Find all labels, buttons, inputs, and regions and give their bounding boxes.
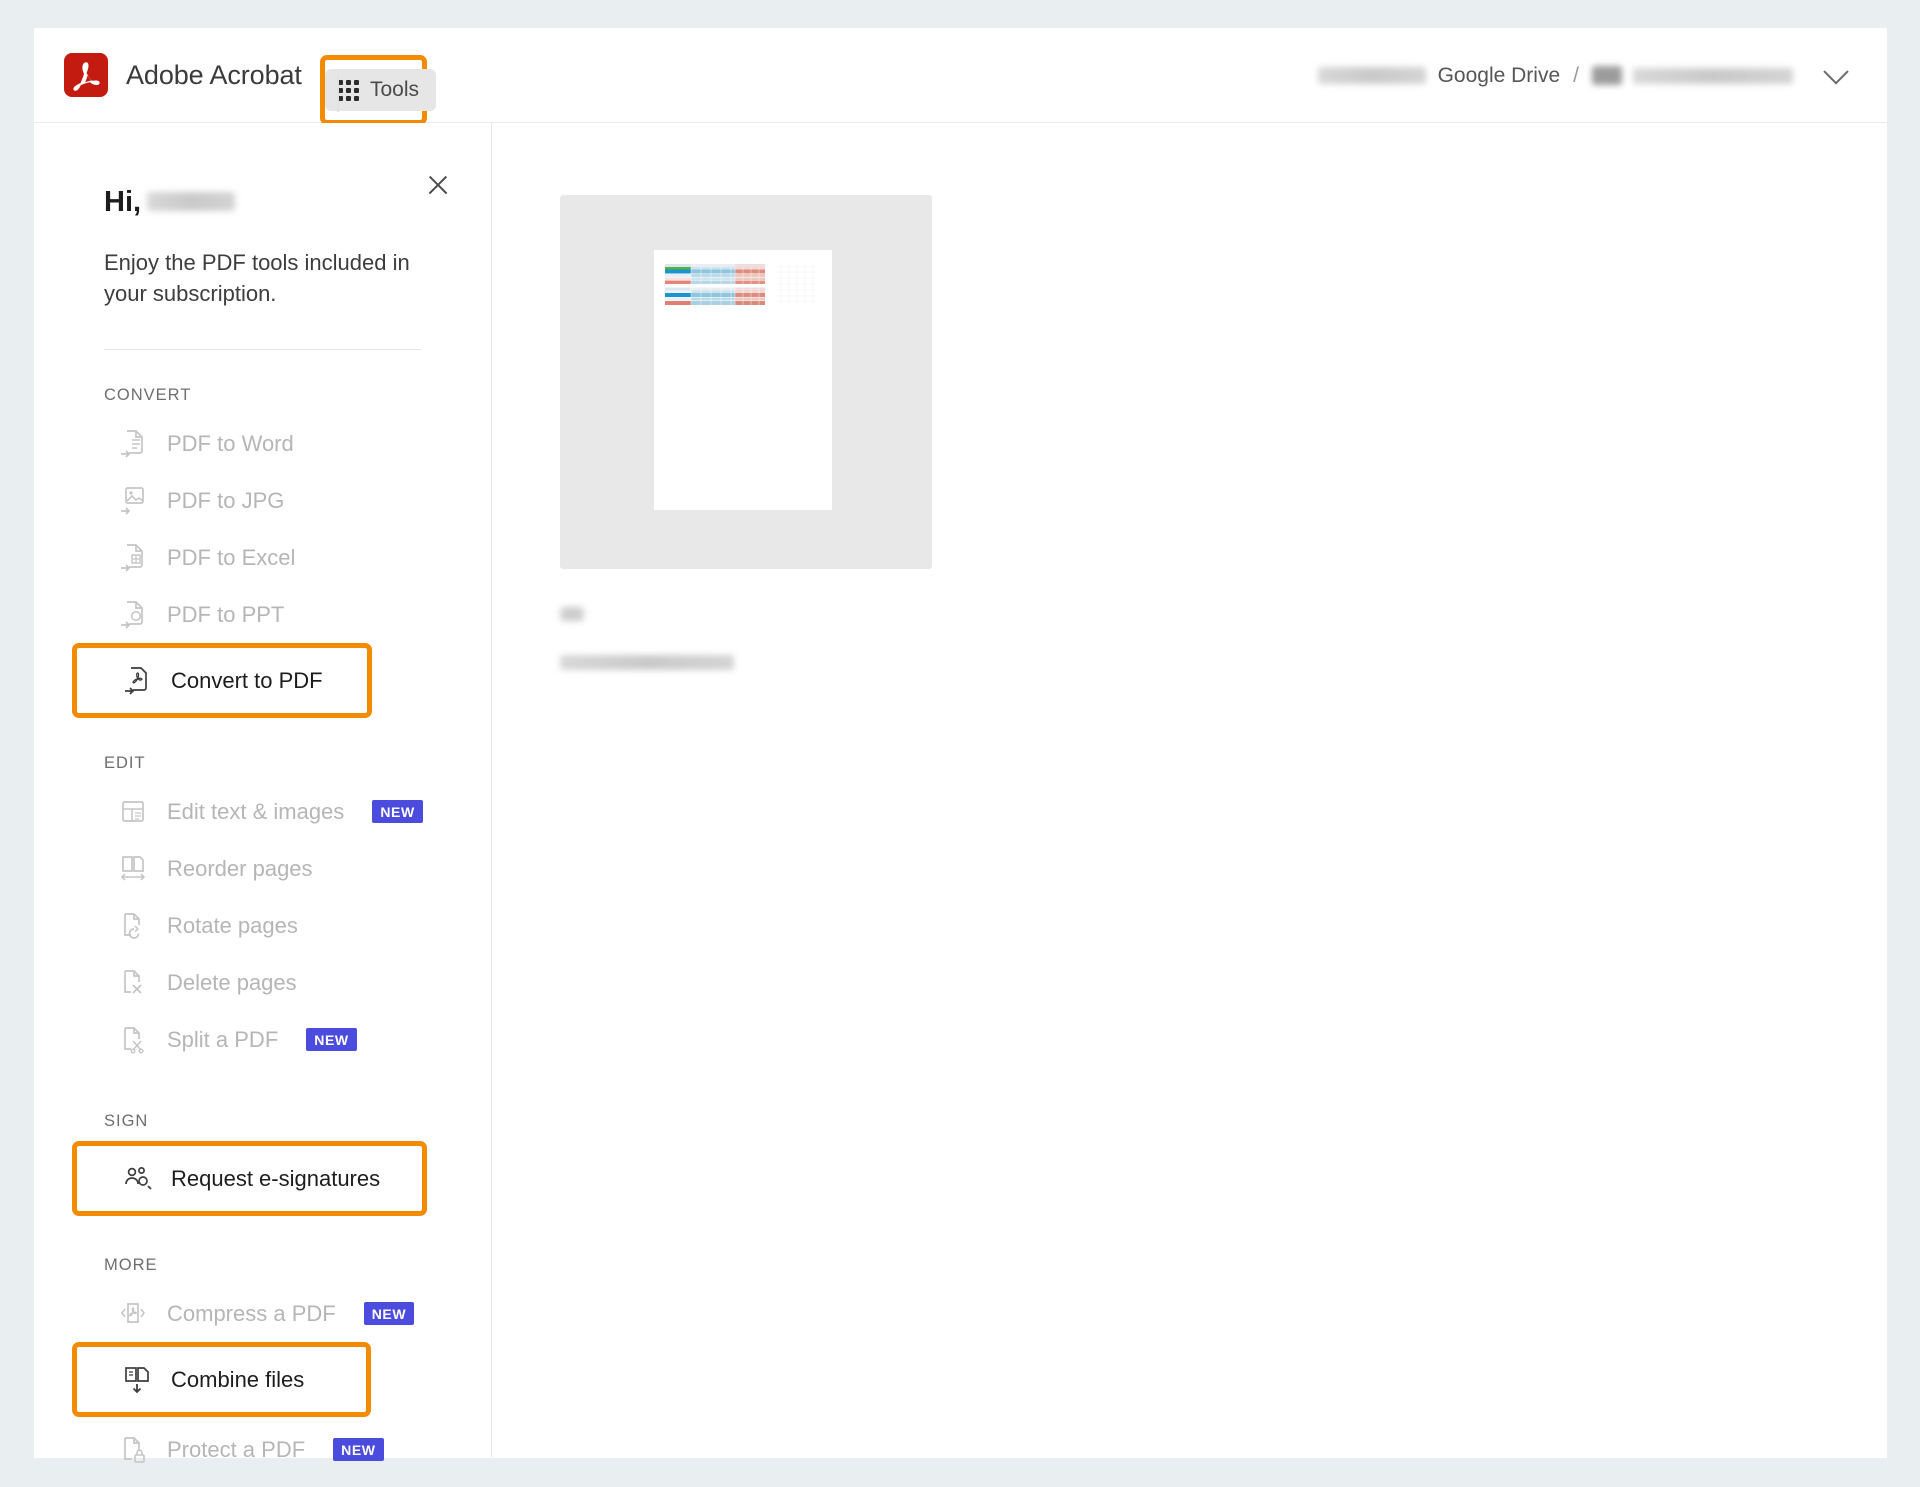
delete-pages-icon: [120, 968, 146, 998]
sidebar-divider: [104, 349, 421, 351]
sidebar-item-label: PDF to Excel: [167, 544, 296, 570]
section-title-sign: SIGN: [104, 1112, 149, 1131]
breadcrumb-file-icon: [1592, 66, 1622, 85]
sidebar-item-label: Split a PDF: [167, 1026, 279, 1052]
sidebar-item-reorder-pages[interactable]: Reorder pages: [34, 840, 491, 897]
sidebar-item-split-pdf[interactable]: Split a PDF NEW: [34, 1011, 491, 1068]
sidebar-item-delete-pages[interactable]: Delete pages: [34, 954, 491, 1011]
sidebar-item-convert-to-pdf[interactable]: Convert to PDF: [77, 648, 367, 713]
document-meta: [560, 607, 940, 677]
sidebar-item-label: Reorder pages: [167, 855, 313, 881]
sidebar-subtitle: Enjoy the PDF tools included in your sub…: [104, 250, 410, 307]
sidebar-item-label: Combine files: [171, 1366, 305, 1392]
section-title-more: MORE: [104, 1256, 158, 1275]
chevron-down-icon[interactable]: [1823, 58, 1849, 84]
sidebar-item-label: PDF to Word: [167, 430, 294, 456]
pdf-to-jpg-icon: [120, 486, 146, 516]
pdf-to-ppt-icon: [120, 600, 146, 630]
pdf-page-thumbnail: [654, 250, 832, 510]
breadcrumb-storage-label[interactable]: Google Drive: [1438, 64, 1561, 88]
sidebar-item-pdf-to-excel[interactable]: PDF to Excel: [34, 529, 491, 586]
app-body: Hi, Enjoy the PDF tools included in your…: [34, 123, 1887, 1463]
brand: Adobe Acrobat: [64, 53, 302, 97]
reorder-pages-icon: [120, 854, 146, 884]
sidebar-item-compress-pdf[interactable]: Compress a PDF NEW: [34, 1285, 491, 1342]
protect-pdf-icon: [120, 1435, 146, 1465]
sidebar-item-rotate-pages[interactable]: Rotate pages: [34, 897, 491, 954]
sidebar-item-label: PDF to PPT: [167, 601, 285, 627]
sidebar-item-label: Convert to PDF: [171, 667, 323, 693]
section-title-edit: EDIT: [104, 754, 146, 773]
sidebar-item-label: Protect a PDF: [167, 1436, 306, 1462]
tools-button-highlight: Tools: [320, 55, 437, 125]
edit-text-images-icon: [120, 797, 146, 827]
rotate-pages-icon: [120, 911, 146, 941]
sidebar-item-label: Edit text & images: [167, 798, 345, 824]
document-title: [560, 655, 734, 670]
breadcrumb-file-name: [1633, 67, 1793, 84]
sidebar-item-label: Rotate pages: [167, 912, 298, 938]
sidebar-item-label: PDF to JPG: [167, 487, 285, 513]
convert-to-pdf-icon: [124, 666, 150, 696]
grid-dots-icon: [337, 79, 359, 101]
sidebar-item-label: Request e-signatures: [171, 1165, 381, 1191]
document-thumbnail-card[interactable]: [560, 195, 932, 569]
breadcrumb-separator: /: [1573, 63, 1579, 87]
sidebar-item-label: Delete pages: [167, 969, 297, 995]
header-divider: [337, 74, 339, 112]
request-esignatures-icon: [124, 1164, 152, 1194]
request-esignatures-highlight: Request e-signatures: [72, 1141, 428, 1217]
tools-button-label: Tools: [369, 78, 420, 101]
greeting-prefix: Hi,: [104, 186, 142, 218]
sidebar-item-pdf-to-word[interactable]: PDF to Word: [34, 415, 491, 472]
combine-files-icon: [124, 1365, 150, 1395]
pdf-to-word-icon: [120, 429, 146, 459]
sidebar-item-pdf-to-jpg[interactable]: PDF to JPG: [34, 472, 491, 529]
split-pdf-icon: [120, 1025, 146, 1055]
sidebar-item-protect-pdf[interactable]: Protect a PDF NEW: [34, 1421, 491, 1478]
acrobat-app-window: Adobe Acrobat Tools Google Drive / Hi, E…: [34, 28, 1887, 1463]
sidebar-item-label: Compress a PDF: [167, 1300, 336, 1326]
thumbnail-table-graphic: [665, 264, 765, 308]
convert-to-pdf-highlight: Convert to PDF: [72, 643, 372, 719]
app-header: Adobe Acrobat Tools Google Drive /: [34, 28, 1887, 125]
sidebar-item-request-esignatures[interactable]: Request e-signatures: [77, 1146, 422, 1211]
breadcrumb-user-name: [1317, 67, 1426, 84]
brand-name: Adobe Acrobat: [126, 59, 302, 90]
badge-new: NEW: [306, 1028, 357, 1052]
adobe-acrobat-logo: [64, 53, 108, 97]
section-title-convert: CONVERT: [104, 386, 192, 405]
greeting-user-name: [147, 192, 236, 211]
combine-files-highlight: Combine files: [72, 1342, 372, 1418]
breadcrumb: Google Drive /: [1317, 28, 1849, 123]
badge-new: NEW: [363, 1302, 415, 1326]
document-preview-area: [492, 123, 1887, 1457]
document-badge: [560, 607, 584, 621]
badge-new: NEW: [372, 800, 423, 824]
close-icon[interactable]: [424, 171, 452, 199]
sidebar-item-pdf-to-ppt[interactable]: PDF to PPT: [34, 586, 491, 643]
sidebar-item-combine-files[interactable]: Combine files: [77, 1347, 366, 1412]
sidebar-item-edit-text-images[interactable]: Edit text & images NEW: [34, 783, 491, 840]
tools-button[interactable]: Tools: [324, 69, 437, 111]
compress-pdf-icon: [120, 1299, 146, 1329]
pdf-to-excel-icon: [120, 543, 146, 573]
badge-new: NEW: [333, 1438, 384, 1462]
tools-sidebar: Hi, Enjoy the PDF tools included in your…: [34, 123, 492, 1463]
thumbnail-faint-table-graphic: [775, 265, 817, 303]
